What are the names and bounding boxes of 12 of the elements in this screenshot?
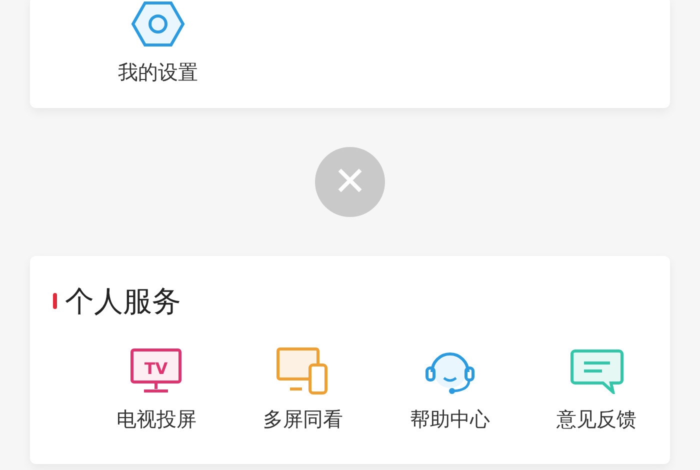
menu-item-label[interactable]: 多屏同看 [263,406,344,431]
chat-bubble-icon [570,348,624,394]
section-title: 个人服务 [65,284,181,319]
menu-item-label[interactable]: 帮助中心 [410,406,490,431]
menu-item-label[interactable]: 电视投屏 [116,406,196,431]
tv-text: TV [144,358,168,378]
menu-item-label[interactable]: 我的设置 [118,60,198,84]
hexagon-nut-icon [130,0,186,48]
menu-item-label[interactable]: 意见反馈 [556,406,637,431]
monitor-and-phone-icon [276,346,330,395]
tv-icon [130,348,182,392]
section-accent-bar [53,293,57,310]
